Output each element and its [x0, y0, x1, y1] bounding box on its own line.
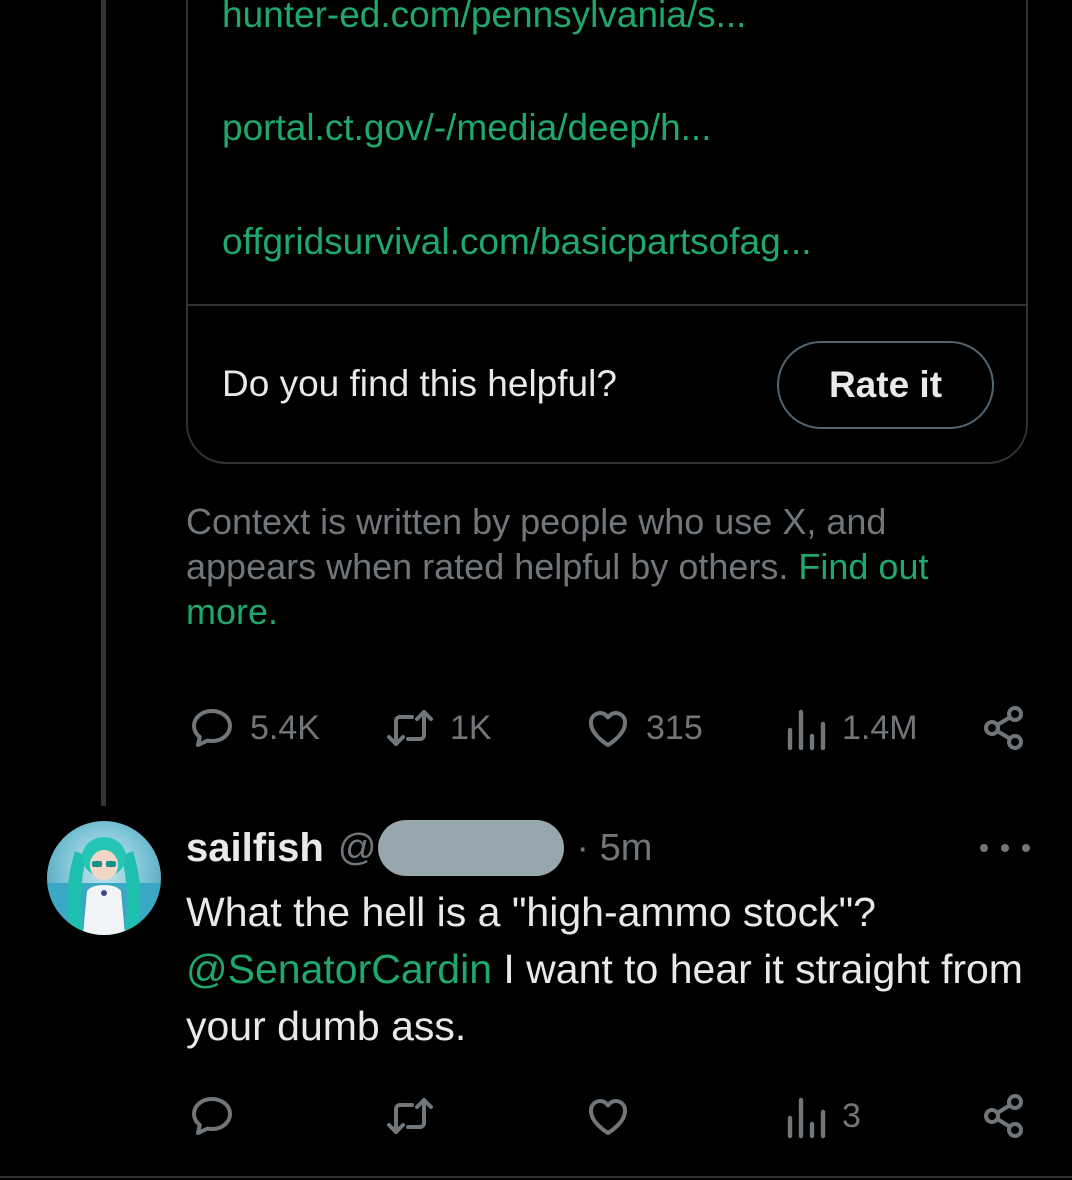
more-icon-dot: [1022, 844, 1030, 852]
user-handle[interactable]: @: [338, 820, 565, 876]
handle-at-sign: @: [337, 826, 377, 869]
repost-icon: [387, 1098, 433, 1134]
repost-count: 1K: [450, 708, 492, 747]
views-count: 3: [842, 1096, 861, 1135]
tweet-text-part-1: What the hell is a "high-ammo stock"?: [186, 889, 876, 935]
reply-tweet-text: What the hell is a "high-ammo stock"? @S…: [186, 884, 1036, 1055]
like-icon: [589, 711, 627, 747]
like-count: 315: [646, 708, 703, 747]
views-icon: [787, 1097, 826, 1139]
reply-icon: [192, 709, 232, 747]
reply-count: 5.4K: [250, 708, 320, 747]
more-icon-dot: [1001, 844, 1009, 852]
context-disclaimer: Context is written by people who use X, …: [186, 499, 986, 634]
find-out-more-period: .: [268, 591, 279, 632]
mention-link[interactable]: @SenatorCardin: [186, 946, 492, 992]
views-button[interactable]: 3: [784, 1086, 861, 1146]
tweet-timestamp[interactable]: · 5m: [576, 827, 652, 870]
repost-button[interactable]: 1K: [384, 698, 492, 758]
note-source-link-3[interactable]: offgridsurvival.com/basicpartsofag...: [222, 220, 812, 264]
context-disclaimer-text: Context is written by people who use X, …: [186, 501, 887, 587]
more-icon: [980, 844, 988, 852]
main-tweet-action-bar: 5.4K 1K 315 1.4M: [0, 698, 1072, 758]
more-options-button[interactable]: [980, 830, 1030, 866]
display-name[interactable]: sailfish: [186, 826, 324, 871]
repost-icon: [387, 710, 433, 746]
note-source-link-2[interactable]: portal.ct.gov/-/media/deep/h...: [222, 106, 712, 150]
reply-icon: [192, 1097, 232, 1135]
note-source-link-1[interactable]: hunter-ed.com/pennsylvania/s...: [222, 0, 746, 37]
rate-it-button[interactable]: Rate it: [777, 341, 994, 429]
reply-tweet-action-bar: 3: [0, 1086, 1072, 1146]
like-icon: [589, 1099, 627, 1135]
reply-tweet-header: sailfish @ · 5m: [186, 820, 652, 876]
like-button[interactable]: [584, 1086, 646, 1146]
thread-connector-line: [101, 0, 106, 806]
reply-button[interactable]: [188, 1086, 250, 1146]
share-button[interactable]: [980, 698, 1028, 758]
avatar[interactable]: [47, 821, 161, 935]
like-button[interactable]: 315: [584, 698, 703, 758]
share-button[interactable]: [980, 1086, 1028, 1146]
avatar-image: [47, 837, 161, 935]
handle-redaction: [378, 820, 565, 876]
views-button[interactable]: 1.4M: [784, 698, 918, 758]
note-divider: [188, 304, 1028, 306]
views-icon: [787, 709, 826, 751]
reply-button[interactable]: 5.4K: [188, 698, 320, 758]
repost-button[interactable]: [384, 1086, 450, 1146]
share-icon: [984, 706, 1023, 750]
bottom-divider: [0, 1176, 1072, 1178]
share-icon: [984, 1094, 1023, 1138]
helpful-question: Do you find this helpful?: [222, 363, 617, 404]
views-count: 1.4M: [842, 708, 918, 747]
